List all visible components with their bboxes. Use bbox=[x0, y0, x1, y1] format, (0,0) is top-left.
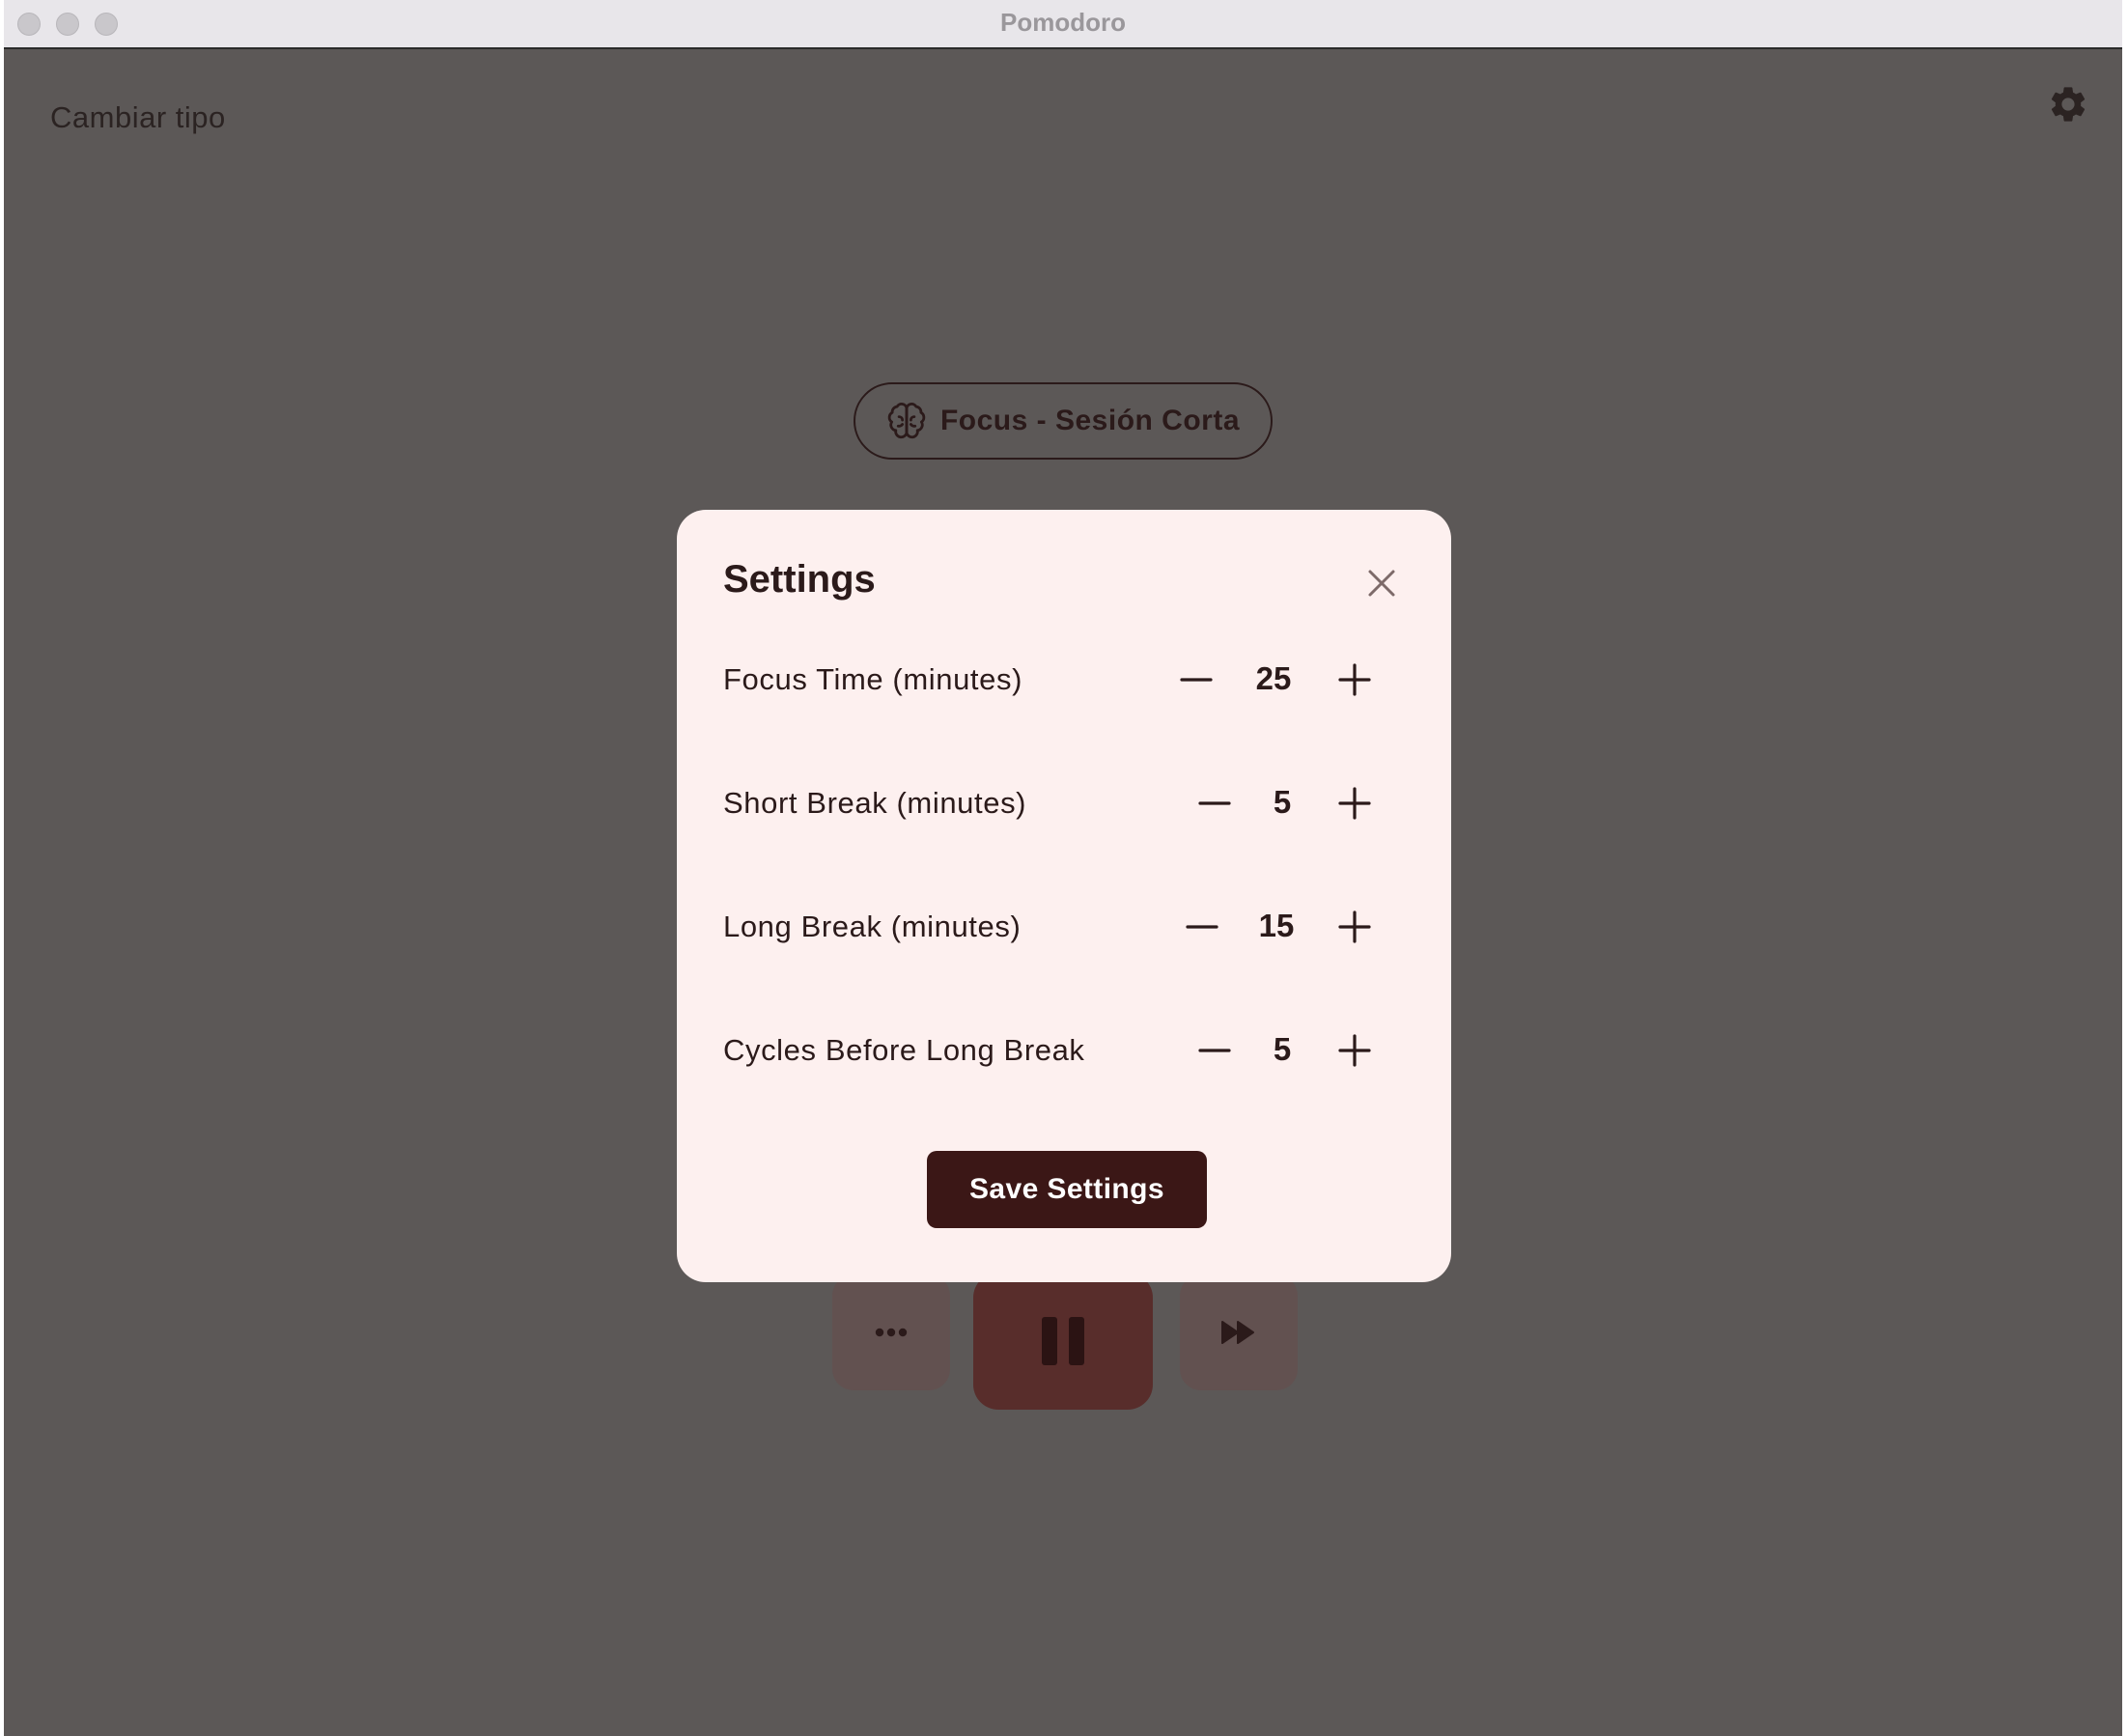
setting-row-focus-time: Focus Time (minutes) 25 bbox=[723, 651, 1399, 709]
change-type-button[interactable]: Cambiar tipo bbox=[50, 100, 226, 135]
setting-label: Short Break (minutes) bbox=[723, 786, 1027, 820]
title-bar: Pomodoro bbox=[4, 0, 2122, 49]
cycles-value: 5 bbox=[1273, 1031, 1292, 1067]
save-settings-button[interactable]: Save Settings bbox=[927, 1151, 1207, 1228]
setting-label: Long Break (minutes) bbox=[723, 910, 1022, 943]
setting-row-long-break: Long Break (minutes) 15 bbox=[723, 898, 1399, 956]
increment-focus-time-button[interactable] bbox=[1335, 660, 1374, 699]
setting-row-cycles: Cycles Before Long Break 5 bbox=[723, 1022, 1399, 1079]
decrement-cycles-button[interactable] bbox=[1195, 1031, 1234, 1070]
fast-forward-icon bbox=[1221, 1321, 1254, 1344]
app-window: Pomodoro Cambiar tipo Focus - Sesión Cor… bbox=[4, 0, 2122, 1736]
increment-long-break-button[interactable] bbox=[1335, 908, 1374, 946]
decrement-short-break-button[interactable] bbox=[1195, 784, 1234, 823]
more-button[interactable] bbox=[832, 1274, 950, 1390]
mode-label: Focus - Sesión Corta bbox=[939, 405, 1241, 436]
long-break-value: 15 bbox=[1258, 908, 1295, 943]
short-break-value: 5 bbox=[1273, 784, 1292, 820]
modal-title: Settings bbox=[723, 558, 876, 601]
setting-label: Focus Time (minutes) bbox=[723, 662, 1023, 696]
mode-pill[interactable]: Focus - Sesión Corta bbox=[854, 382, 1273, 460]
window-title: Pomodoro bbox=[1000, 8, 1126, 37]
decrement-long-break-button[interactable] bbox=[1183, 908, 1221, 946]
close-icon[interactable] bbox=[1362, 564, 1401, 602]
increment-cycles-button[interactable] bbox=[1335, 1031, 1374, 1070]
gear-icon[interactable] bbox=[2047, 83, 2089, 126]
setting-label: Cycles Before Long Break bbox=[723, 1033, 1085, 1067]
setting-row-short-break: Short Break (minutes) 5 bbox=[723, 774, 1399, 832]
ellipsis-icon bbox=[875, 1328, 908, 1337]
settings-modal: Settings Focus Time (minutes) 25 Short B… bbox=[677, 510, 1451, 1282]
pause-icon bbox=[1042, 1317, 1084, 1365]
pause-button[interactable] bbox=[973, 1273, 1153, 1410]
decrement-focus-time-button[interactable] bbox=[1177, 660, 1216, 699]
skip-button[interactable] bbox=[1180, 1274, 1298, 1390]
increment-short-break-button[interactable] bbox=[1335, 784, 1374, 823]
brain-icon bbox=[887, 403, 926, 439]
focus-time-value: 25 bbox=[1255, 660, 1292, 696]
